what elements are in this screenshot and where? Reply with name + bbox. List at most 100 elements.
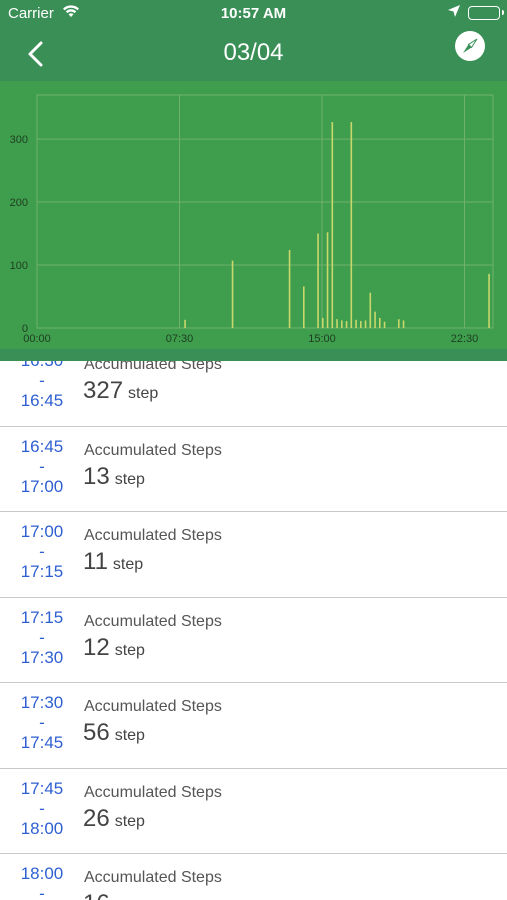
step-unit: step (114, 812, 145, 830)
steps-chart: 0 100 200 300 00:00 07:30 15:00 22:30 (0, 81, 507, 361)
accumulated-steps-label: Accumulated Steps (84, 612, 222, 630)
time-range: 17:45-18:00 (10, 779, 74, 839)
list-item[interactable]: 17:30-17:45 Accumulated Steps 56 step (0, 683, 507, 769)
list-item[interactable]: 17:45-18:00 Accumulated Steps 26 step (0, 768, 507, 854)
steps-list: 16:30-16:45Accumulated Steps327step16:45… (0, 361, 507, 900)
y-tick-label: 300 (10, 134, 28, 146)
step-bar (383, 321, 386, 328)
x-tick-label: 22:30 (451, 333, 479, 345)
time-range: 17:15-17:30 (10, 608, 74, 668)
step-bar (341, 320, 343, 328)
accumulated-steps-label: Accumulated Steps (84, 869, 222, 886)
step-unit: step (114, 727, 145, 744)
time-sep: - (39, 798, 45, 818)
step-bar (360, 321, 362, 328)
step-bar (402, 320, 405, 328)
page-title: 03/04 (223, 39, 284, 66)
step-bar (336, 319, 338, 328)
time-range: 18:00-18:15 (10, 864, 74, 900)
step-bar (231, 260, 234, 328)
y-tick-label: 100 (10, 260, 28, 272)
step-count-value: 56 (83, 719, 110, 746)
time-range: 16:45-17:00 (10, 437, 74, 497)
step-count-value: 16 (83, 890, 110, 900)
time-end: 17:15 (20, 562, 64, 581)
x-tick-label: 00:00 (23, 333, 51, 345)
time-end: 17:30 (20, 647, 64, 667)
accumulated-steps-label: Accumulated Steps (84, 441, 222, 459)
step-bar (488, 273, 490, 328)
list-item[interactable]: 17:15-17:30 Accumulated Steps 12 step (0, 597, 507, 683)
step-unit: step (114, 470, 145, 488)
accumulated-steps-label: Accumulated Steps (84, 527, 222, 544)
accumulated-steps-label: Accumulated Steps (84, 698, 222, 715)
time-range: 17:30-17:45 (10, 693, 74, 753)
time-start: 16:30 (10, 361, 74, 371)
accumulated-steps-label: Accumulated Steps (84, 783, 222, 801)
list-item[interactable]: 17:00-17:15 Accumulated Steps 11 step (0, 512, 507, 598)
location-arrow-icon (447, 4, 461, 22)
compass-icon[interactable] (454, 30, 486, 62)
list-item[interactable]: 18:00-18:15 Accumulated Steps 16step (0, 854, 507, 900)
time-sep: - (39, 542, 45, 561)
time-sep: - (39, 713, 45, 732)
time-sep: - (39, 627, 45, 647)
step-unit: step (112, 556, 144, 573)
time-start: 17:15 (20, 607, 64, 627)
step-count: 16step (83, 890, 145, 900)
time-end: 17:45 (20, 733, 64, 752)
step-bar (326, 232, 329, 328)
time-start: 16:45 (20, 436, 64, 456)
step-bar (364, 320, 367, 328)
step-count: 327 step (83, 377, 158, 405)
step-unit: step (114, 641, 145, 659)
step-bar (288, 249, 291, 328)
step-count-value: 12 (83, 633, 110, 661)
battery-icon (468, 6, 504, 20)
time-end: 18:00 (20, 818, 64, 838)
time-start: 18:00 (20, 864, 64, 883)
step-bar (331, 122, 334, 329)
time-range: 16:30-16:45 (10, 361, 74, 411)
time-end: 16:45 (20, 391, 64, 410)
steps-bar-chart: 010020030000:00 07:30 15:00 22:30 (10, 94, 494, 345)
x-tick-label: 07:30 (166, 333, 194, 345)
step-count: 12 step (83, 634, 145, 662)
time-sep: - (39, 456, 45, 476)
plot-frame (36, 94, 494, 329)
time-start: 17:30 (20, 693, 64, 712)
list-item[interactable]: 16:45-17:00 Accumulated Steps 13 step (0, 426, 507, 512)
step-count: 11 step (83, 548, 143, 576)
step-count-value: 327 (83, 377, 124, 404)
step-bar (350, 122, 353, 329)
step-bar (374, 311, 376, 328)
nav-bar: 03/04 (0, 27, 507, 81)
time-start: 17:00 (20, 522, 64, 541)
step-bar (317, 233, 319, 328)
step-bar (184, 319, 186, 328)
time-sep: - (39, 371, 45, 390)
step-bar (398, 319, 400, 328)
step-count-value: 26 (83, 804, 110, 832)
accumulated-steps-label: Accumulated Steps (84, 361, 222, 373)
step-count-value: 13 (83, 462, 110, 490)
step-bar (369, 292, 372, 328)
time-start: 17:45 (20, 778, 64, 798)
step-count: 13 step (83, 463, 145, 491)
step-bar (322, 317, 324, 328)
step-count: 26 step (83, 805, 145, 833)
step-bar (355, 319, 357, 328)
time-range: 17:00-17:15 (10, 522, 74, 582)
time-sep: - (39, 884, 45, 900)
step-bar (379, 317, 381, 328)
list-item[interactable]: 16:30-16:45 Accumulated Steps 327step (0, 361, 507, 427)
step-bar (345, 321, 348, 328)
x-tick-label: 15:00 (308, 333, 336, 345)
step-count: 56 step (83, 719, 145, 747)
clock: 10:57 AM (220, 5, 287, 22)
step-bar (303, 286, 305, 328)
time-end: 17:00 (20, 476, 64, 496)
step-unit: step (128, 385, 159, 402)
status-bar: Carrier 10:57 AM (0, 0, 507, 27)
step-count-value: 11 (83, 548, 108, 575)
